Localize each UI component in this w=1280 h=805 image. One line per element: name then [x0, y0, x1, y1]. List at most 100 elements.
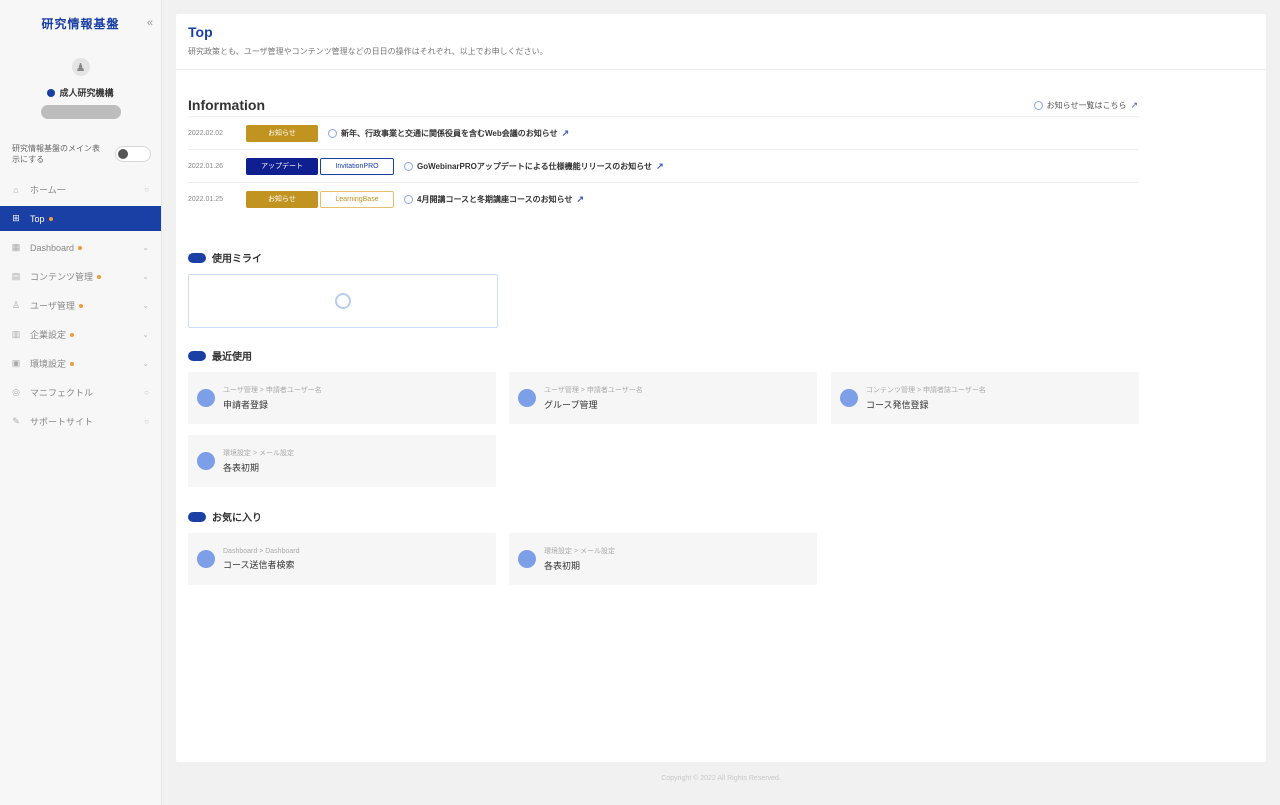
information-text: 新年、行政事業と交通に関係役員を含むWeb会議のお知らせ [341, 128, 558, 138]
sidebar-item-label: ユーザ管理 [30, 301, 75, 311]
avatar[interactable]: ♟ [71, 58, 90, 76]
information-row: 2022.02.02 お知らせ 新年、行政事業と交通に関係役員を含むWeb会議のお知… [188, 116, 1138, 149]
recent-card[interactable]: 環境設定 > メール設定 各表初期 [188, 435, 496, 487]
section-pill-icon [188, 511, 206, 522]
sidebar-item-4[interactable]: ♙ ユーザ管理 ⌄ [0, 291, 161, 320]
chevron-down-icon: ⌄ [142, 301, 149, 310]
information-header: Information お知らせ一覧はこちら ↗ [188, 96, 1138, 114]
loading-spinner-icon [335, 293, 351, 309]
card-breadcrumb: 環境設定 > メール設定 [544, 548, 615, 555]
card-text: 環境設定 > メール設定 各表初期 [223, 448, 294, 474]
page-description: 研究政策とも、ユーザ管理やコンテンツ管理などの日日の操作はそれぞれ、以上でお申し… [188, 47, 548, 56]
information-title: Information [188, 97, 265, 113]
sidebar-nav: ⌂ ホーム一 ○ ⊞ Top ▦ Dashboard ⌄ ▤ コンテンツ管理 ⌄ ♙ ユーザ管理 ⌄ ▥ 企業… [0, 175, 161, 436]
org-dot-icon [47, 88, 56, 97]
user-icon: ♙ [11, 300, 21, 310]
sidebar-item-7[interactable]: ◎ マニフェクトル ○ [0, 378, 161, 407]
usage-section-title: 使用ミライ [188, 250, 262, 265]
information-list: 2022.02.02 お知らせ 新年、行政事業と交通に関係役員を含むWeb会議のお知… [188, 116, 1138, 215]
card-breadcrumb: コンテンツ管理 > 申請者誌ユーザー名 [866, 387, 986, 394]
external-link-icon: ↗ [1130, 99, 1138, 110]
sidebar-item-2[interactable]: ▦ Dashboard ⌄ [0, 233, 161, 262]
card-breadcrumb: 環境設定 > メール設定 [223, 450, 294, 457]
main-panel: Top 研究政策とも、ユーザ管理やコンテンツ管理などの日日の操作はそれぞれ、以上… [176, 14, 1266, 762]
sidebar-item-label: 企業設定 [30, 330, 67, 340]
footer-copyright: Copyright © 2022 All Rights Reserved. [661, 775, 781, 782]
sidebar-item-6[interactable]: ▣ 環境設定 ⌄ [0, 349, 161, 378]
favorites-card[interactable]: Dashboard > Dashboard コース送信者検索 [188, 533, 496, 585]
notification-dot-icon [78, 245, 83, 250]
notification-dot-icon [70, 332, 75, 337]
external-link-icon: ↗ [576, 193, 585, 204]
page-icon [197, 389, 215, 407]
page-icon [518, 389, 536, 407]
recent-card[interactable]: ユーザ管理 > 申請者ユーザー名 申請者登録 [188, 372, 496, 424]
chevron-down-icon: ⌄ [142, 272, 149, 281]
sidebar-item-label: ホーム一 [30, 185, 66, 195]
home-icon: ⌂ [13, 184, 19, 195]
card-title: コース送信者検索 [223, 559, 295, 570]
collapse-sidebar-icon[interactable]: « [147, 17, 153, 29]
sidebar-item-1[interactable]: ⊞ Top [0, 206, 161, 231]
usage-box [188, 274, 498, 328]
card-text: 環境設定 > メール設定 各表初期 [544, 546, 615, 572]
section-pill-icon [188, 350, 206, 361]
favorites-title: お気に入り [212, 513, 262, 524]
recent-title: 最近使用 [212, 352, 252, 363]
recent-card[interactable]: ユーザ管理 > 申請者ユーザー名 グループ管理 [509, 372, 817, 424]
card-breadcrumb: ユーザ管理 > 申請者ユーザー名 [544, 387, 643, 394]
sidebar-item-8[interactable]: ✎ サポートサイト ○ [0, 407, 161, 436]
card-breadcrumb: ユーザ管理 > 申請者ユーザー名 [223, 387, 322, 394]
org-chip [40, 105, 121, 119]
org-name-label: 成人研究機構 [59, 88, 114, 98]
chevron-down-icon: ⌄ [142, 330, 149, 339]
page-icon [518, 550, 536, 568]
sidebar-item-label: コンテンツ管理 [30, 272, 94, 282]
information-link[interactable]: 4月開講コースと冬期講座コースのお知らせ ↗ [404, 194, 584, 205]
category-badge: お知らせ [246, 190, 318, 208]
external-link-icon: ↗ [561, 127, 570, 138]
notification-dot-icon [78, 303, 83, 308]
grid-icon: ⊞ [12, 213, 20, 223]
information-more-link[interactable]: お知らせ一覧はこちら ↗ [1033, 99, 1138, 111]
org-name: 成人研究機構 [0, 86, 161, 99]
product-badge: LearningBase [320, 190, 394, 208]
circle-icon [404, 194, 413, 204]
sidebar-item-label: サポートサイト [30, 417, 94, 427]
main-display-toggle-row: 研究情報基盤のメイン表示にする [0, 143, 161, 165]
page-title: Top [188, 24, 213, 40]
sidebar-item-label: マニフェクトル [30, 388, 94, 398]
card-title: 各表初期 [544, 561, 581, 571]
information-row: 2022.01.25 お知らせ LearningBase 4月開講コースと冬期講座コー… [188, 182, 1138, 215]
card-title: 各表初期 [223, 463, 260, 473]
sidebar-item-0[interactable]: ⌂ ホーム一 ○ [0, 175, 161, 204]
card-text: ユーザ管理 > 申請者ユーザー名 申請者登録 [223, 385, 322, 411]
circle-icon: ○ [144, 417, 149, 426]
dashboard-icon: ▦ [11, 242, 21, 252]
information-date: 2022.01.25 [188, 195, 224, 203]
recent-card[interactable]: コンテンツ管理 > 申請者誌ユーザー名 コース発信登録 [831, 372, 1139, 424]
information-text: GoWebinarPROアップデートによる仕様機能リリースのお知らせ [417, 161, 653, 171]
information-date: 2022.02.02 [188, 129, 224, 137]
favorites-section-title: お気に入り [188, 509, 262, 524]
category-badge: アップデート [246, 157, 318, 175]
content-icon: ▤ [11, 271, 21, 281]
favorites-card[interactable]: 環境設定 > メール設定 各表初期 [509, 533, 817, 585]
information-link[interactable]: GoWebinarPROアップデートによる仕様機能リリースのお知らせ ↗ [404, 161, 664, 172]
main-display-toggle[interactable] [115, 146, 151, 162]
circle-icon [328, 128, 337, 138]
card-title: 申請者登録 [223, 400, 269, 410]
sidebar: 研究情報基盤 « ♟ 成人研究機構 研究情報基盤のメイン表示にする ⌂ ホーム一 ○… [0, 0, 162, 805]
sidebar-item-label: Dashboard [30, 242, 75, 253]
information-more-label: お知らせ一覧はこちら [1046, 100, 1127, 110]
settings-icon: ▣ [11, 358, 21, 368]
sidebar-item-3[interactable]: ▤ コンテンツ管理 ⌄ [0, 262, 161, 291]
chevron-down-icon: ⌄ [142, 359, 149, 368]
sidebar-item-5[interactable]: ▥ 企業設定 ⌄ [0, 320, 161, 349]
information-link[interactable]: 新年、行政事業と交通に関係役員を含むWeb会議のお知らせ ↗ [328, 128, 569, 139]
manual-icon: ◎ [12, 387, 20, 397]
information-row: 2022.01.26 アップデート InvitationPRO GoWebinarPR… [188, 149, 1138, 182]
product-badge: InvitationPRO [320, 157, 394, 175]
page-icon [840, 389, 858, 407]
brand-logo[interactable]: 研究情報基盤 [41, 15, 119, 32]
